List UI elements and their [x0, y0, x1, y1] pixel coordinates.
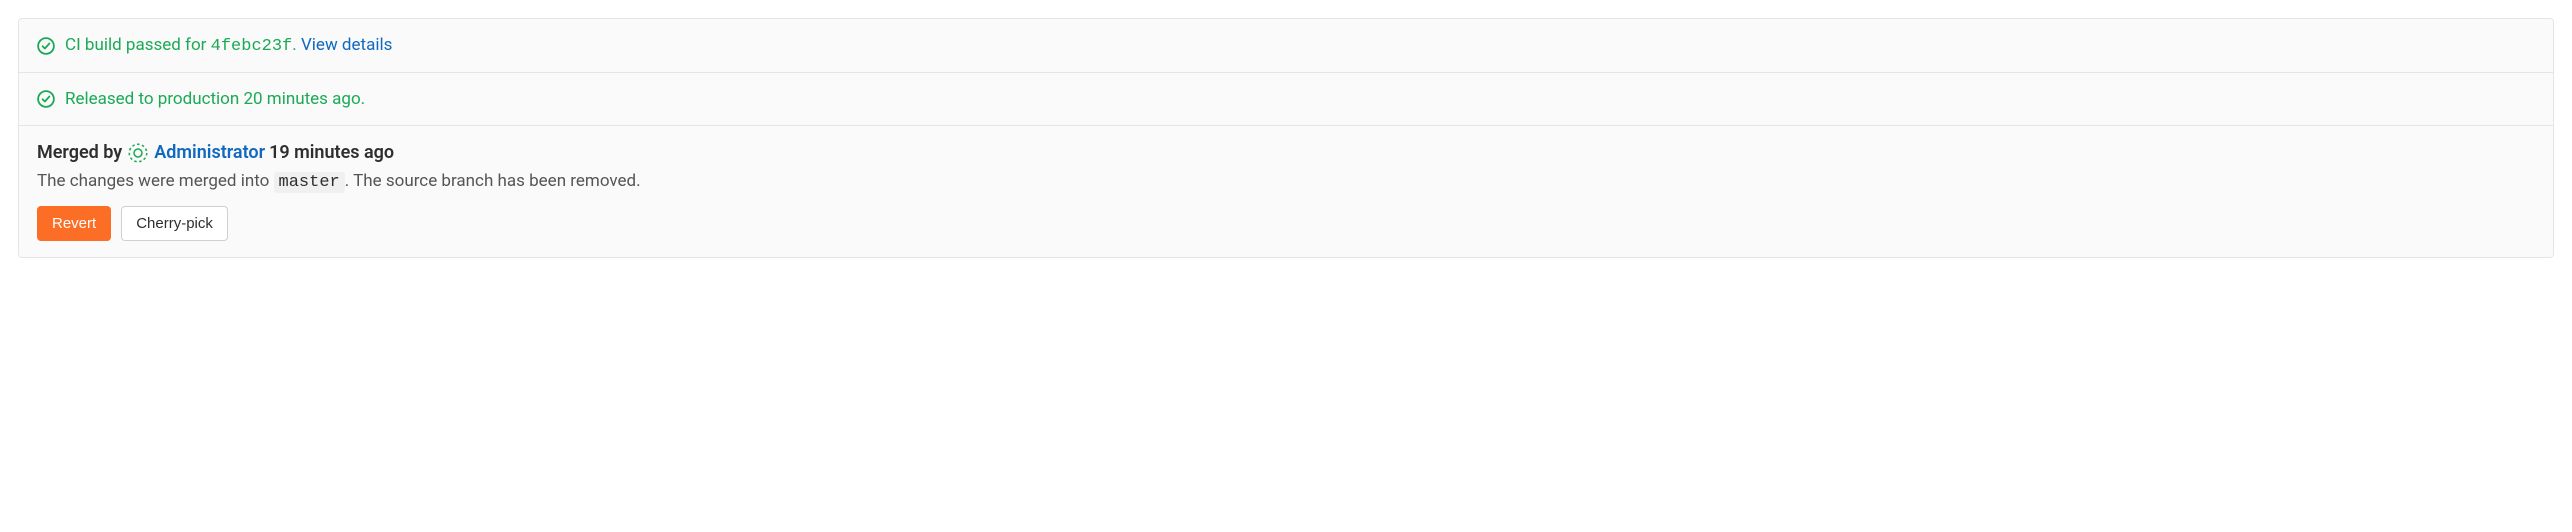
cherry-pick-button[interactable]: Cherry-pick [121, 206, 228, 241]
release-status-row: Released to production 20 minutes ago. [19, 73, 2553, 126]
merged-user-link[interactable]: Administrator [154, 142, 265, 163]
merged-header: Merged by Administrator 19 minutes ago [37, 142, 2535, 163]
ci-status-text: CI build passed for 4febc23f. View detai… [65, 35, 392, 56]
merge-request-widget: CI build passed for 4febc23f. View detai… [18, 18, 2554, 258]
action-buttons: Revert Cherry-pick [37, 206, 2535, 241]
merged-by-label: Merged by [37, 142, 122, 163]
success-check-icon [37, 37, 55, 55]
merged-section: Merged by Administrator 19 minutes ago T… [19, 126, 2553, 257]
view-details-link[interactable]: View details [301, 35, 392, 55]
merged-desc-suffix: . The source branch has been removed. [345, 171, 641, 191]
target-branch: master [274, 172, 345, 193]
avatar-icon [128, 143, 148, 163]
merged-time: 19 minutes ago [269, 142, 394, 163]
merged-desc-prefix: The changes were merged into [37, 171, 274, 191]
merged-description: The changes were merged into master. The… [37, 171, 2535, 192]
success-check-icon [37, 90, 55, 108]
commit-sha: 4febc23f [211, 37, 293, 56]
release-status-text: Released to production 20 minutes ago. [65, 89, 365, 109]
ci-status-row: CI build passed for 4febc23f. View detai… [19, 19, 2553, 73]
ci-status-prefix: CI build passed for [65, 35, 211, 55]
revert-button[interactable]: Revert [37, 206, 111, 241]
ci-status-separator: . [292, 35, 301, 55]
